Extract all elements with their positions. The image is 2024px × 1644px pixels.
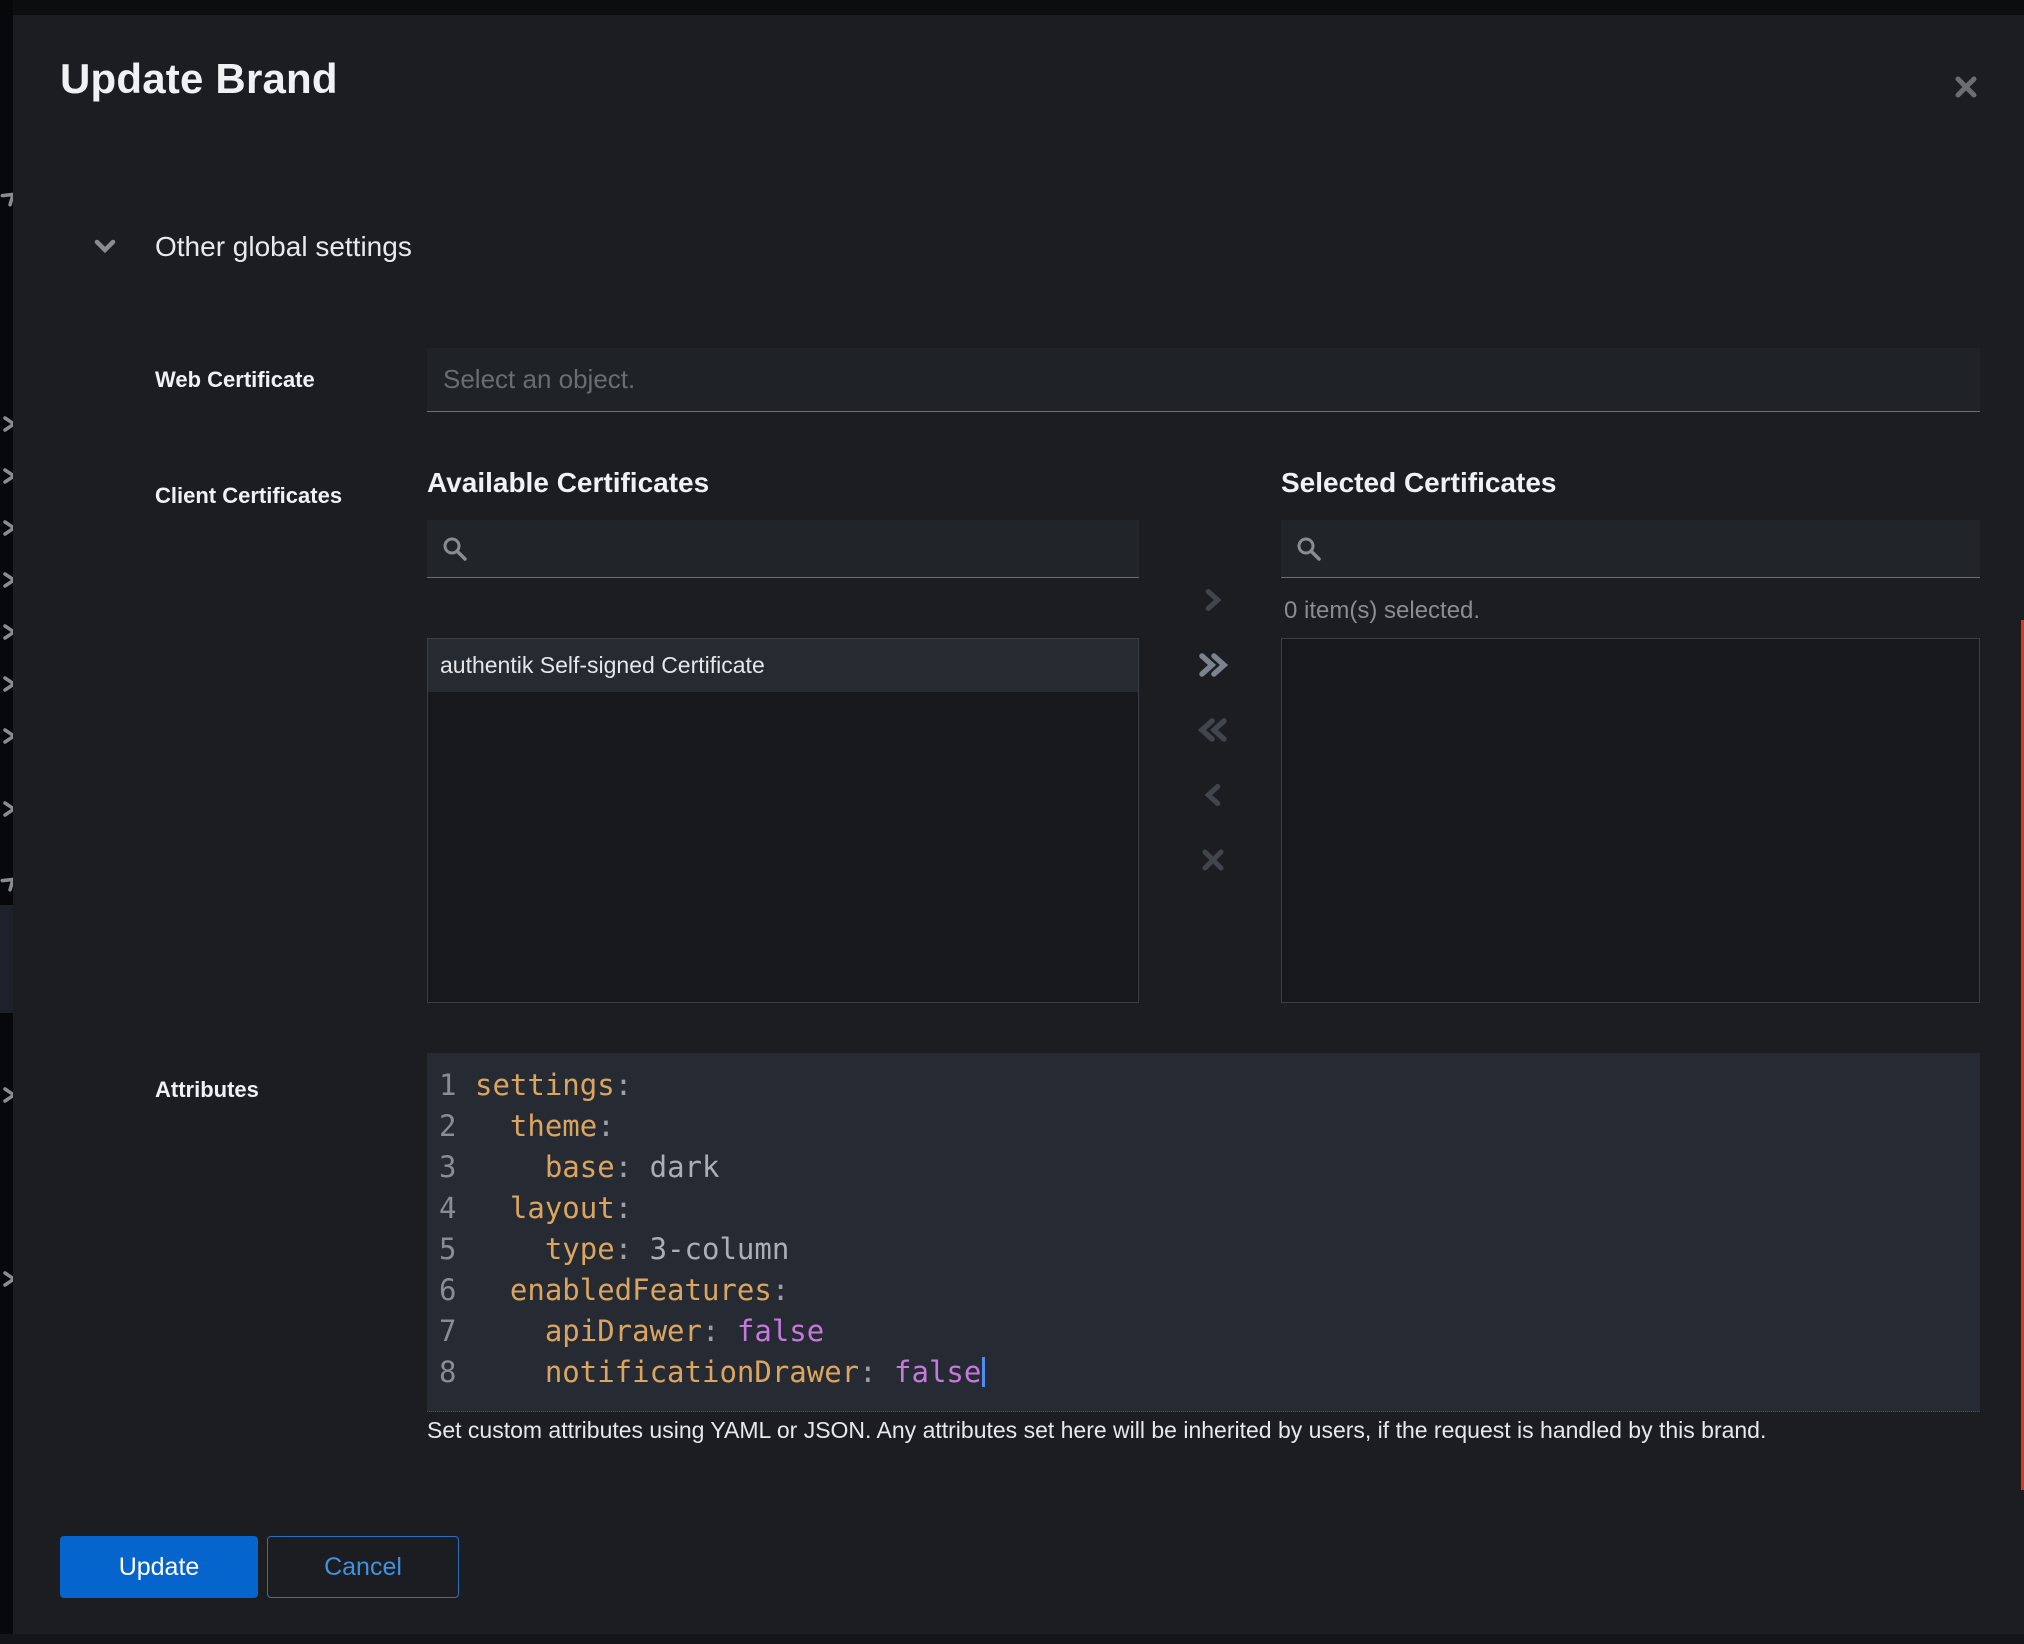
list-item[interactable]: authentik Self-signed Certificate	[428, 639, 1138, 692]
add-selected-button[interactable]	[1171, 567, 1255, 632]
cancel-button[interactable]: Cancel	[267, 1536, 459, 1598]
sidebar-chevron-icon	[1, 467, 13, 485]
angle-double-left-icon	[1196, 715, 1230, 745]
editor-line: 7 apiDrawer: false	[427, 1311, 1980, 1352]
editor-line: 1settings:	[427, 1065, 1980, 1106]
remove-all-button[interactable]	[1171, 697, 1255, 762]
attributes-editor[interactable]: 1settings:2 theme:3 base: dark4 layout:5…	[427, 1053, 1980, 1412]
selected-status: 0 item(s) selected.	[1284, 597, 1480, 625]
sidebar-active-item	[0, 905, 13, 1013]
screen: Update Brand Other global settings Web C…	[0, 0, 2024, 1644]
line-number: 3	[427, 1147, 475, 1188]
line-number: 1	[427, 1065, 475, 1106]
remove-selected-button[interactable]	[1171, 762, 1255, 827]
sidebar-chevron-icon	[1, 415, 13, 433]
selected-certificates-heading: Selected Certificates	[1281, 467, 1556, 499]
update-button[interactable]: Update	[60, 1536, 258, 1598]
chevron-down-icon	[93, 237, 117, 257]
sidebar-chevron-icon	[1, 800, 13, 818]
editor-line: 6 enabledFeatures:	[427, 1270, 1980, 1311]
available-search-input[interactable]	[480, 535, 1125, 563]
section-label: Other global settings	[155, 231, 412, 263]
modal-title: Update Brand	[60, 55, 338, 103]
selected-search-input[interactable]	[1334, 535, 1966, 563]
web-certificate-label: Web Certificate	[155, 367, 315, 393]
sidebar-chevron-icon	[1, 727, 13, 745]
editor-line: 5 type: 3-column	[427, 1229, 1980, 1270]
section-expander[interactable]: Other global settings	[93, 231, 412, 263]
editor-line: 3 base: dark	[427, 1147, 1980, 1188]
angle-double-right-icon	[1196, 650, 1230, 680]
angle-left-icon	[1198, 780, 1228, 810]
close-icon	[1946, 74, 1986, 100]
sidebar-chevron-icon	[1, 623, 13, 641]
transfer-controls	[1171, 567, 1255, 892]
sidebar-check-icon	[0, 869, 13, 894]
search-icon	[441, 535, 468, 562]
clear-selection-button[interactable]	[1171, 827, 1255, 892]
line-number: 5	[427, 1229, 475, 1270]
add-all-button[interactable]	[1171, 632, 1255, 697]
sidebar-chevron-icon	[1, 1086, 13, 1104]
editor-line: 4 layout:	[427, 1188, 1980, 1229]
web-certificate-select[interactable]	[427, 348, 1980, 412]
available-search	[427, 520, 1139, 578]
search-icon	[1295, 535, 1322, 562]
angle-right-icon	[1198, 585, 1228, 615]
text-cursor	[982, 1357, 985, 1387]
line-number: 7	[427, 1311, 475, 1352]
update-brand-modal: Update Brand Other global settings Web C…	[13, 15, 2024, 1634]
line-number: 2	[427, 1106, 475, 1147]
background-sidebar-rail	[0, 0, 13, 1644]
attributes-help-text: Set custom attributes using YAML or JSON…	[427, 1417, 1987, 1444]
sidebar-chevron-icon	[1, 675, 13, 693]
client-certificates-label: Client Certificates	[155, 483, 342, 509]
sidebar-chevron-icon	[1, 571, 13, 589]
times-icon	[1199, 846, 1227, 874]
available-certificates-list[interactable]: authentik Self-signed Certificate	[427, 638, 1139, 1003]
editor-line: 2 theme:	[427, 1106, 1980, 1147]
sidebar-chevron-icon	[1, 519, 13, 537]
selected-search	[1281, 520, 1980, 578]
close-button[interactable]	[1946, 67, 1986, 107]
line-number: 8	[427, 1352, 475, 1393]
line-number: 6	[427, 1270, 475, 1311]
attributes-label: Attributes	[155, 1077, 259, 1103]
sidebar-check-icon	[0, 184, 13, 209]
editor-line: 8 notificationDrawer: false	[427, 1352, 1980, 1393]
bottom-strip	[0, 1634, 2024, 1644]
sidebar-chevron-icon	[1, 1270, 13, 1288]
available-certificates-heading: Available Certificates	[427, 467, 709, 499]
selected-certificates-list[interactable]	[1281, 638, 1980, 1003]
line-number: 4	[427, 1188, 475, 1229]
